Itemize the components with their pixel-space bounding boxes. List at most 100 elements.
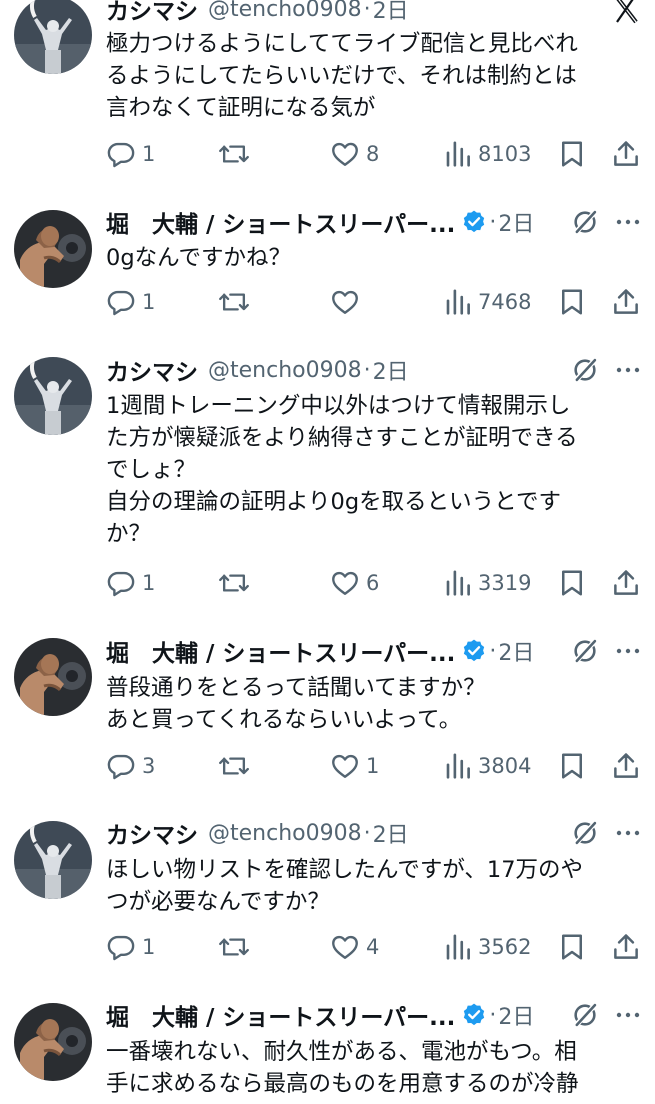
share-button[interactable] xyxy=(611,929,641,965)
username[interactable]: @tencho0908 xyxy=(208,0,362,22)
bookmark-icon xyxy=(558,751,586,781)
reply-button[interactable]: 1 xyxy=(106,284,155,320)
avatar-muscle[interactable] xyxy=(14,638,92,716)
tweet-text-line: 普段通りをとるって話聞いてますか？ xyxy=(106,675,486,701)
views-button[interactable]: 3562 xyxy=(444,929,531,965)
repost-icon xyxy=(218,568,250,598)
share-icon xyxy=(611,287,641,317)
reply-count: 1 xyxy=(142,935,156,959)
heart-icon xyxy=(330,932,360,962)
verified-badge xyxy=(455,209,487,235)
repost-button[interactable] xyxy=(218,136,250,172)
repost-button[interactable] xyxy=(218,929,250,965)
bookmark-icon xyxy=(558,932,586,962)
tweet-header: 堀 大輔 / ショートスリーパー... · 2日 xyxy=(106,634,641,668)
share-button[interactable] xyxy=(611,136,641,172)
more-icon[interactable] xyxy=(615,1010,641,1020)
more-icon[interactable] xyxy=(615,828,641,838)
like-button[interactable]: 1 xyxy=(330,748,379,784)
avatar-silhouette[interactable] xyxy=(14,357,92,435)
more-icon[interactable] xyxy=(615,217,641,227)
bookmark-icon xyxy=(558,568,586,598)
display-name[interactable]: 堀 大輔 / ショートスリーパー... xyxy=(106,998,455,1032)
reply-button[interactable]: 1 xyxy=(106,929,155,965)
views-button[interactable]: 8103 xyxy=(444,136,531,172)
username[interactable]: @tencho0908 xyxy=(208,358,362,383)
heart-icon xyxy=(330,287,360,317)
separator-dot: · xyxy=(363,0,371,22)
grok-icon[interactable] xyxy=(571,1001,599,1029)
reply-count: 3 xyxy=(142,754,156,778)
views-icon xyxy=(444,287,472,317)
bookmark-button[interactable] xyxy=(558,929,586,965)
bookmark-button[interactable] xyxy=(558,284,586,320)
like-button[interactable]: 6 xyxy=(330,565,379,601)
bookmark-button[interactable] xyxy=(558,565,586,601)
display-name[interactable]: カシマシ xyxy=(106,816,198,850)
avatar-muscle[interactable] xyxy=(14,210,92,288)
grok-icon[interactable] xyxy=(571,637,599,665)
tweet-header: カシマシ @tencho0908 · 2日 xyxy=(106,816,641,850)
timestamp[interactable]: 2日 xyxy=(498,206,534,238)
tweet-text: 0gなんですかね？ xyxy=(106,242,636,274)
tweet-text-line: 1週間トレーニング中以外はつけて情報開示し xyxy=(106,393,571,419)
reply-thread: カシマシ @tencho0908 · 2日 極力つけるようにしててライブ配信と見比べれる… xyxy=(0,0,655,1104)
reply-button[interactable]: 3 xyxy=(106,748,155,784)
repost-icon xyxy=(218,932,250,962)
timestamp[interactable]: 2日 xyxy=(498,999,534,1031)
reply-icon xyxy=(106,568,136,598)
username[interactable]: @tencho0908 xyxy=(208,821,362,846)
like-button[interactable]: 4 xyxy=(330,929,379,965)
bookmark-button[interactable] xyxy=(558,136,586,172)
timestamp[interactable]: 2日 xyxy=(373,817,409,849)
share-icon xyxy=(611,932,641,962)
grok-icon[interactable] xyxy=(571,356,599,384)
like-button[interactable]: 8 xyxy=(330,136,379,172)
grok-icon[interactable] xyxy=(571,208,599,236)
timestamp[interactable]: 2日 xyxy=(373,0,409,25)
views-icon xyxy=(444,568,472,598)
repost-button[interactable] xyxy=(218,284,250,320)
reply-button[interactable]: 1 xyxy=(106,565,155,601)
avatar-muscle[interactable] xyxy=(14,1003,92,1081)
views-button[interactable]: 3804 xyxy=(444,748,531,784)
tweet-text-line: か？ xyxy=(106,521,152,547)
separator-dot: · xyxy=(363,820,371,846)
avatar-silhouette[interactable] xyxy=(14,821,92,899)
views-button[interactable]: 3319 xyxy=(444,565,531,601)
more-icon[interactable] xyxy=(615,365,641,375)
display-name[interactable]: 堀 大輔 / ショートスリーパー... xyxy=(106,205,455,239)
tweet-text: 極力つけるようにしててライブ配信と見比べれ るようにしてたらいいだけで、それは制約… xyxy=(106,28,636,124)
verified-badge-icon xyxy=(464,210,485,233)
repost-button[interactable] xyxy=(218,748,250,784)
share-icon xyxy=(611,139,641,169)
reply-count: 1 xyxy=(142,571,156,595)
share-button[interactable] xyxy=(611,748,641,784)
display-name[interactable]: カシマシ xyxy=(106,353,198,387)
reply-button[interactable]: 1 xyxy=(106,136,155,172)
bookmark-button[interactable] xyxy=(558,748,586,784)
avatar-silhouette[interactable] xyxy=(14,0,92,74)
action-bar: 1 4 3562 xyxy=(106,929,641,965)
repost-button[interactable] xyxy=(218,565,250,601)
share-button[interactable] xyxy=(611,284,641,320)
more-icon[interactable] xyxy=(615,646,641,656)
reply-count: 1 xyxy=(142,290,156,314)
timestamp[interactable]: 2日 xyxy=(373,354,409,386)
grok-icon[interactable] xyxy=(571,819,599,847)
tweet-text-line: 手に求めるなら最高のものを用意するのが冷静 xyxy=(106,1071,579,1097)
tweet-text-line: 極力つけるようにしててライブ配信と見比べれ xyxy=(106,31,578,57)
heart-icon xyxy=(330,568,360,598)
display-name[interactable]: 堀 大輔 / ショートスリーパー... xyxy=(106,634,455,668)
timestamp[interactable]: 2日 xyxy=(498,635,534,667)
action-bar: 1 7468 xyxy=(106,284,641,320)
tweet-text-line: つが必要なんですか？ xyxy=(106,889,330,915)
repost-icon xyxy=(218,139,250,169)
reply-icon xyxy=(106,932,136,962)
views-button[interactable]: 7468 xyxy=(444,284,531,320)
like-button[interactable] xyxy=(330,284,360,320)
display-name[interactable]: カシマシ xyxy=(106,0,198,26)
repost-icon xyxy=(218,287,250,317)
tweet-text: 普段通りをとるって話聞いてますか？ あと買ってくれるならいいよって。 xyxy=(106,672,636,736)
share-button[interactable] xyxy=(611,565,641,601)
